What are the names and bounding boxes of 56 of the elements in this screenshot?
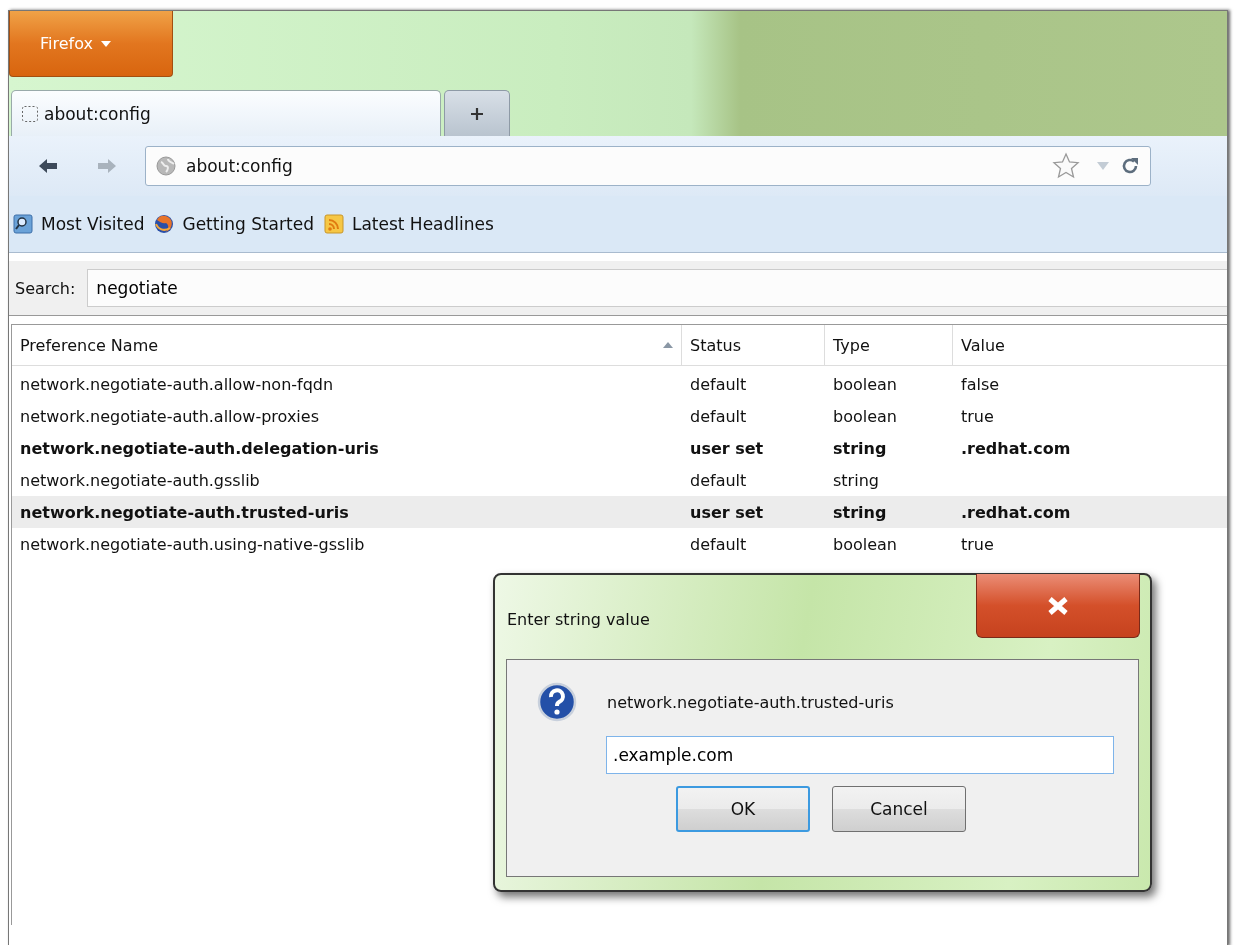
firefox-logo-icon <box>154 214 175 234</box>
table-cell: true <box>961 534 994 554</box>
table-cell: .redhat.com <box>961 438 1071 458</box>
table-cell: boolean <box>833 374 897 394</box>
sort-icon <box>663 342 673 348</box>
star-icon <box>1052 152 1080 180</box>
table-cell: user set <box>690 502 764 522</box>
table-cell: user set <box>690 438 764 458</box>
search-label: Search: <box>15 278 76 298</box>
table-cell: default <box>690 406 747 426</box>
table-cell: string <box>833 470 879 490</box>
string-value-field[interactable]: .example.com <box>606 736 1114 774</box>
plus-icon <box>470 106 484 121</box>
table-cell: network.negotiate-auth.using-native-gsslib <box>20 534 365 554</box>
dialog-button[interactable]: Cancel <box>832 786 966 832</box>
table-cell: network.negotiate-auth.delegation-uris <box>20 438 379 458</box>
search-field[interactable]: negotiate <box>87 269 1227 307</box>
table-cell: boolean <box>833 406 897 426</box>
close-button[interactable] <box>976 574 1140 638</box>
bookmark-item[interactable]: Latest Headlines <box>323 214 494 234</box>
table-cell: network.negotiate-auth.allow-non-fqdn <box>20 374 334 394</box>
table-cell: false <box>961 374 1000 394</box>
table-cell: string <box>833 438 887 458</box>
table-cell: boolean <box>833 534 897 554</box>
table-cell: .redhat.com <box>961 502 1071 522</box>
column-header[interactable]: Preference Name <box>12 325 682 365</box>
table-cell: network.negotiate-auth.allow-proxies <box>20 406 319 426</box>
dropdown-icon <box>1096 161 1110 171</box>
table-row[interactable]: network.negotiate-auth.trusted-uris user set string .redhat.com <box>12 496 1227 528</box>
dialog-title: Enter string value <box>506 609 650 629</box>
table-cell: default <box>690 534 747 554</box>
bookmark-item[interactable]: Getting Started <box>154 214 314 234</box>
left-arrow-icon <box>38 158 58 174</box>
page-icon <box>22 105 38 122</box>
dialog-message: network.negotiate-auth.trusted-uris <box>607 692 894 712</box>
close-icon <box>1047 596 1069 615</box>
caret-icon <box>100 40 111 47</box>
bookmark-folder-icon <box>13 214 33 234</box>
globe-icon <box>156 156 176 176</box>
feed-icon <box>323 214 344 234</box>
question-icon <box>537 682 577 722</box>
table-cell: string <box>833 502 887 522</box>
browser-tab[interactable]: about:config <box>11 90 441 136</box>
address-bar[interactable]: about:config <box>145 146 1151 186</box>
column-header[interactable]: Value <box>953 325 1227 365</box>
bookmark-item[interactable]: Most Visited <box>13 214 145 234</box>
column-header[interactable]: Type <box>825 325 953 365</box>
right-arrow-icon <box>97 158 117 174</box>
table-cell: default <box>690 470 747 490</box>
dialog-button[interactable]: OK <box>676 786 810 832</box>
table-cell: network.negotiate-auth.trusted-uris <box>20 502 349 522</box>
reload-icon <box>1120 156 1140 176</box>
column-header[interactable]: Status <box>682 325 825 365</box>
table-cell: default <box>690 374 747 394</box>
table-cell: true <box>961 406 994 426</box>
table-cell: network.negotiate-auth.gsslib <box>20 470 260 490</box>
